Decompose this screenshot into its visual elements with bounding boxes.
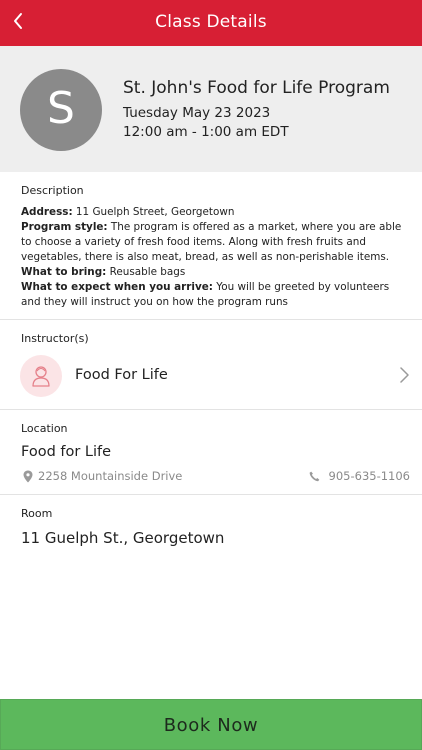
top-bar: Class Details xyxy=(0,0,422,46)
room-name: 11 Guelph St., Georgetown xyxy=(21,529,225,547)
class-date: Tuesday May 23 2023 xyxy=(123,105,271,121)
instructor-row[interactable]: Food For Life xyxy=(0,350,422,402)
description-expect: What to expect when you arrive: You will… xyxy=(21,281,390,308)
location-address[interactable]: 2258 Mountainside Drive xyxy=(23,469,182,483)
class-name: St. John's Food for Life Program xyxy=(123,78,390,98)
chevron-right-icon xyxy=(400,367,409,383)
divider xyxy=(0,409,422,410)
instructor-avatar xyxy=(20,355,62,397)
person-icon xyxy=(32,366,50,387)
description-style: Program style: The program is offered as… xyxy=(21,221,402,263)
page-title: Class Details xyxy=(155,12,267,32)
location-name: Food for Life xyxy=(21,444,112,460)
description-address: Address: 11 Guelph Street, Georgetown xyxy=(21,206,235,218)
location-label: Location xyxy=(21,422,68,435)
instructors-label: Instructor(s) xyxy=(21,332,89,345)
class-avatar: S xyxy=(20,69,102,151)
divider xyxy=(0,319,422,320)
description-bring: What to bring: Reusable bags xyxy=(21,266,186,278)
description-body: Address: 11 Guelph Street, Georgetown Pr… xyxy=(21,205,411,310)
class-header: S St. John's Food for Life Program Tuesd… xyxy=(0,46,422,172)
map-pin-icon xyxy=(23,470,33,482)
location-phone[interactable]: 905-635-1106 xyxy=(309,469,410,483)
room-label: Room xyxy=(21,507,53,520)
divider xyxy=(0,494,422,495)
description-label: Description xyxy=(21,184,84,197)
phone-icon xyxy=(309,471,319,481)
book-now-button[interactable]: Book Now xyxy=(0,699,422,750)
class-time: 12:00 am - 1:00 am EDT xyxy=(123,124,289,140)
instructor-name: Food For Life xyxy=(75,367,168,383)
